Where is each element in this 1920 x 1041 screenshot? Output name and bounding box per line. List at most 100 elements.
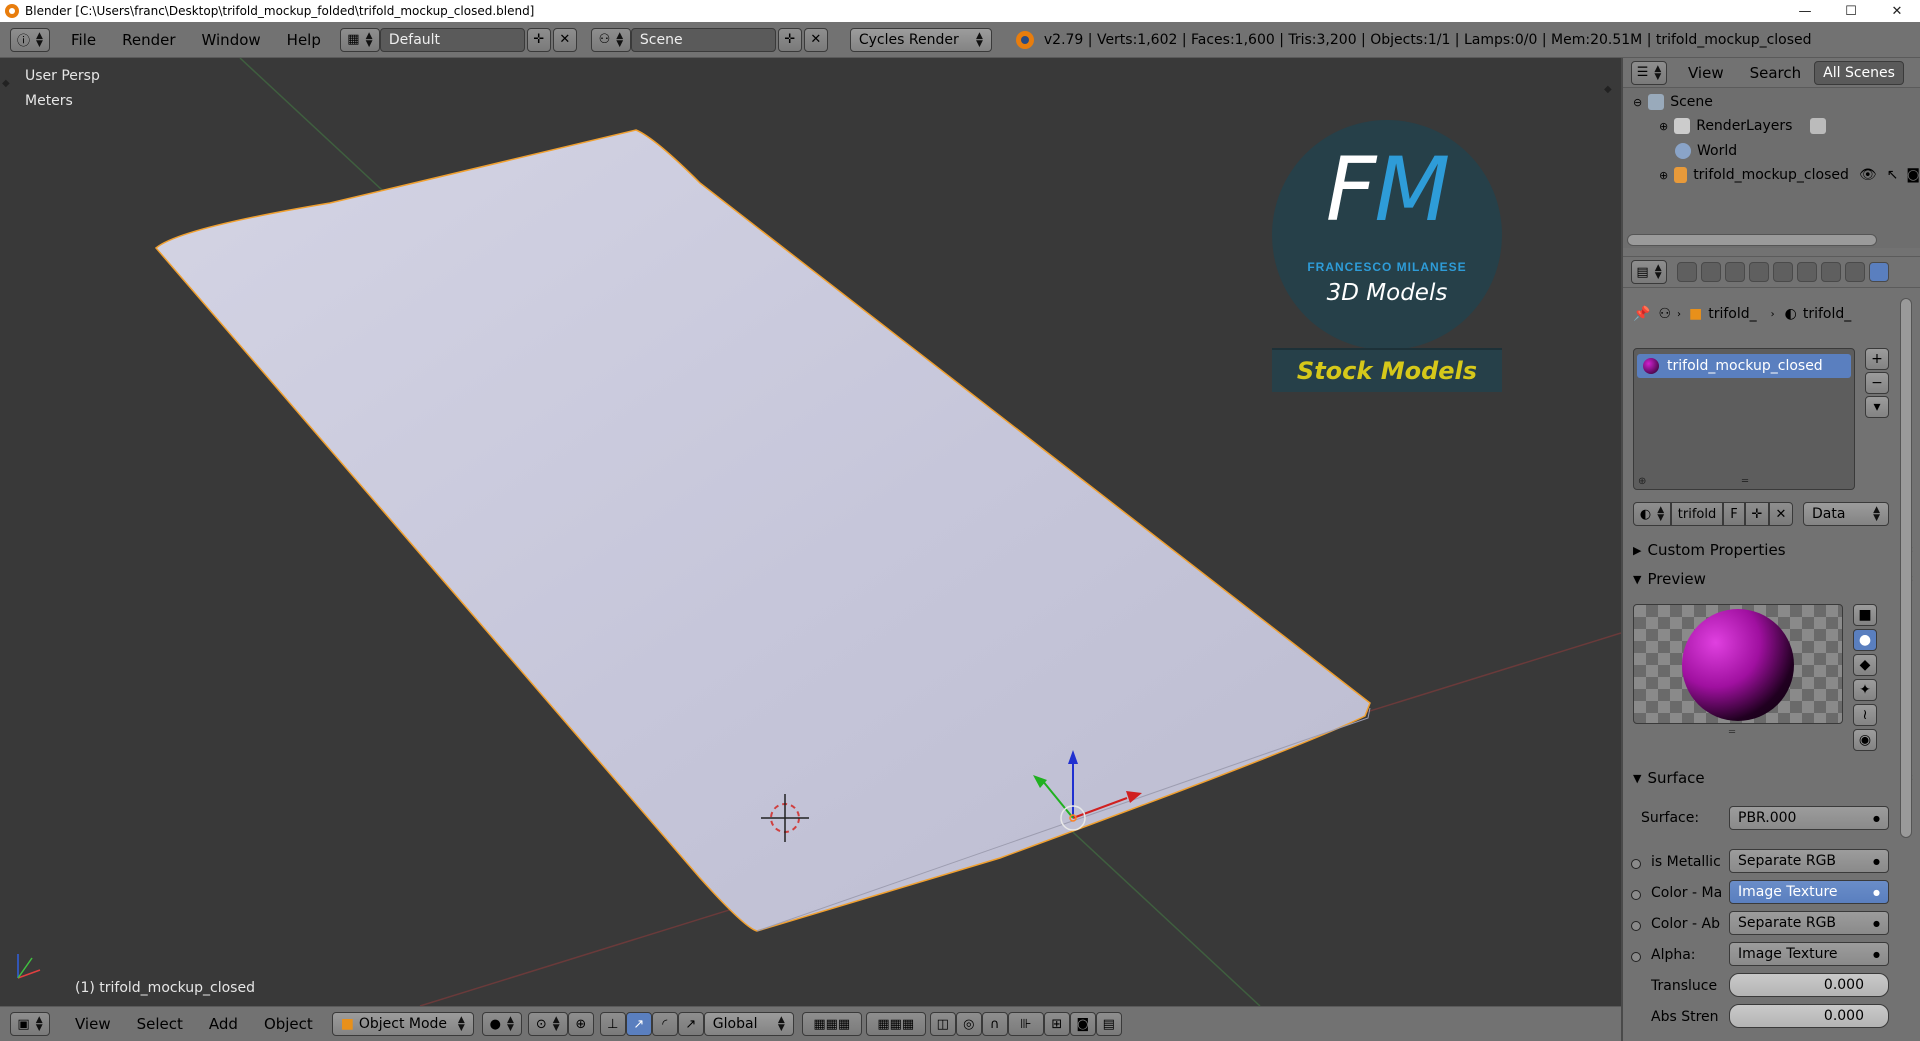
- properties-region-toggle-icon[interactable]: ◆: [1604, 84, 1612, 95]
- eye-visibility-icon[interactable]: 👁: [1859, 167, 1877, 183]
- input-field-color-ma[interactable]: Image Texture ●: [1729, 880, 1889, 904]
- screen-layout-browse-button[interactable]: ▦ ▲ ▼: [339, 27, 380, 52]
- menu-file[interactable]: File: [58, 31, 109, 49]
- surface-panel-header[interactable]: ▼ Surface ∷∷: [1633, 766, 1913, 790]
- remove-material-slot-button[interactable]: −: [1865, 372, 1889, 394]
- scene-field[interactable]: Scene: [630, 27, 776, 52]
- material-name-field[interactable]: trifold: [1671, 502, 1723, 526]
- preview-flat-button[interactable]: ■: [1853, 604, 1877, 626]
- properties-vertical-scrollbar[interactable]: [1900, 298, 1912, 838]
- browse-material-button[interactable]: ◐ ▲ ▼: [1633, 502, 1671, 526]
- render-tab-icon[interactable]: [1677, 262, 1697, 282]
- editor-type-info-button[interactable]: ⓘ ▲ ▼: [10, 27, 50, 52]
- add-material-slot-button[interactable]: +: [1865, 348, 1889, 370]
- render-layers-tab-icon[interactable]: [1701, 262, 1721, 282]
- modifiers-tab-icon[interactable]: [1821, 262, 1841, 282]
- collapse-icon[interactable]: ⊖: [1633, 96, 1642, 109]
- outliner-item-scene[interactable]: ⊖ Scene: [1623, 90, 1920, 114]
- editor-type-properties-button[interactable]: ▤ ▲ ▼: [1631, 260, 1667, 284]
- render-engine-dropdown[interactable]: Cycles Render ▲ ▼: [849, 27, 992, 52]
- material-specials-button[interactable]: ▾: [1865, 396, 1889, 418]
- transform-orientation-dropdown[interactable]: Global ▲ ▼: [703, 1012, 794, 1036]
- socket-icon[interactable]: [1631, 859, 1641, 869]
- list-filter-icon[interactable]: ⊕: [1638, 476, 1646, 487]
- translucency-field[interactable]: 0.000: [1729, 973, 1889, 997]
- minimize-button[interactable]: —: [1782, 0, 1828, 22]
- scene-browse-button[interactable]: ⚇ ▲ ▼: [590, 27, 631, 52]
- preview-monkey-button[interactable]: ✦: [1853, 679, 1877, 701]
- 3d-viewport[interactable]: User Persp Meters (1) trifold_mockup_clo…: [0, 58, 1621, 1006]
- add-scene-button[interactable]: ✛: [777, 27, 802, 52]
- material-tab-icon[interactable]: [1869, 262, 1889, 282]
- layers-group-2[interactable]: ▦▦▦: [865, 1012, 926, 1036]
- constraints-tab-icon[interactable]: [1797, 262, 1817, 282]
- custom-properties-panel-header[interactable]: ▶ Custom Properties ∷∷: [1633, 538, 1913, 562]
- editor-type-3dview-button[interactable]: ▣ ▲ ▼: [10, 1012, 50, 1036]
- opengl-render-image-button[interactable]: ◙: [1069, 1012, 1096, 1036]
- opengl-render-animation-button[interactable]: ▤: [1095, 1012, 1122, 1036]
- scene-tab-icon[interactable]: [1725, 262, 1745, 282]
- socket-icon[interactable]: [1631, 921, 1641, 931]
- close-window-button[interactable]: ✕: [1874, 0, 1920, 22]
- unlink-material-button[interactable]: ✕: [1769, 502, 1793, 526]
- viewport-shading-dropdown[interactable]: ● ▲ ▼: [481, 1012, 522, 1036]
- camera-render-icon[interactable]: ◙: [1906, 167, 1920, 183]
- menu-render[interactable]: Render: [109, 31, 188, 49]
- trifold-mockup-mesh[interactable]: [154, 129, 1371, 932]
- layers-group-1[interactable]: ▦▦▦: [801, 1012, 862, 1036]
- data-tab-icon[interactable]: [1845, 262, 1865, 282]
- maximize-button[interactable]: ☐: [1828, 0, 1874, 22]
- socket-icon[interactable]: [1631, 952, 1641, 962]
- outliner-display-mode-dropdown[interactable]: All Scenes: [1814, 60, 1905, 85]
- input-field-alpha[interactable]: Image Texture ●: [1729, 942, 1889, 966]
- remove-scene-button[interactable]: ✕: [803, 27, 828, 52]
- material-slot-item[interactable]: trifold_mockup_closed: [1637, 354, 1851, 378]
- preview-world-button[interactable]: ◉: [1853, 729, 1877, 751]
- preview-resize-handle[interactable]: ═: [1729, 727, 1735, 738]
- preview-cube-button[interactable]: ◆: [1853, 654, 1877, 676]
- pin-icon[interactable]: 📌: [1633, 306, 1650, 322]
- outliner-item-renderlayers[interactable]: ⊕ RenderLayers: [1623, 114, 1920, 138]
- menu-object[interactable]: Object: [251, 1015, 326, 1033]
- translate-manipulator-button[interactable]: ⊥: [599, 1012, 626, 1036]
- expand-icon[interactable]: ⊕: [1659, 169, 1668, 182]
- input-field-metallic[interactable]: Separate RGB ●: [1729, 849, 1889, 873]
- lock-layers-button[interactable]: ◫: [929, 1012, 956, 1036]
- rotate-manipulator-button[interactable]: ◜: [651, 1012, 678, 1036]
- cursor-selectable-icon[interactable]: ↖: [1887, 167, 1899, 183]
- material-slot-list[interactable]: trifold_mockup_closed ⊕ ═: [1633, 348, 1855, 490]
- new-material-button[interactable]: ✛: [1745, 502, 1769, 526]
- fake-user-button[interactable]: F: [1723, 502, 1745, 526]
- expand-icon[interactable]: ⊕: [1659, 120, 1668, 133]
- material-link-dropdown[interactable]: Data ▲ ▼: [1803, 502, 1889, 526]
- menu-window[interactable]: Window: [189, 31, 274, 49]
- interaction-mode-dropdown[interactable]: ■ Object Mode ▲ ▼: [331, 1012, 474, 1036]
- scale-manipulator-button[interactable]: ↗: [677, 1012, 704, 1036]
- surface-shader-field[interactable]: PBR.000 ●: [1729, 806, 1889, 830]
- outliner-item-world[interactable]: World: [1623, 139, 1920, 163]
- input-field-color-ab[interactable]: Separate RGB ●: [1729, 911, 1889, 935]
- menu-select[interactable]: Select: [124, 1015, 196, 1033]
- snap-element-dropdown[interactable]: ⊪: [1007, 1012, 1044, 1036]
- outliner-horizontal-scrollbar[interactable]: [1627, 234, 1877, 246]
- menu-view[interactable]: View: [62, 1015, 124, 1033]
- menu-add[interactable]: Add: [196, 1015, 251, 1033]
- outliner-menu-view[interactable]: View: [1675, 64, 1737, 82]
- remove-screen-button[interactable]: ✕: [552, 27, 577, 52]
- preview-sphere-button[interactable]: ●: [1853, 629, 1877, 651]
- preview-panel-header[interactable]: ▼ Preview ∷∷: [1633, 567, 1913, 591]
- manipulator-toggle[interactable]: ⊕: [567, 1012, 594, 1036]
- screen-layout-field[interactable]: Default: [379, 27, 525, 52]
- pivot-point-dropdown[interactable]: ⊙ ▲ ▼: [527, 1012, 568, 1036]
- menu-help[interactable]: Help: [274, 31, 334, 49]
- snap-target-button[interactable]: ⊞: [1043, 1012, 1070, 1036]
- editor-type-outliner-button[interactable]: ☰ ▲ ▼: [1631, 60, 1667, 85]
- outliner-item-trifold[interactable]: ⊕ trifold_mockup_closed 👁 ↖ ◙: [1623, 163, 1920, 187]
- world-tab-icon[interactable]: [1749, 262, 1769, 282]
- outliner-menu-search[interactable]: Search: [1737, 64, 1815, 82]
- object-tab-icon[interactable]: [1773, 262, 1793, 282]
- outliner-tree[interactable]: ⊖ Scene ⊕ RenderLayers World ⊕ trifold_m…: [1623, 88, 1920, 248]
- proportional-edit-button[interactable]: ◎: [955, 1012, 982, 1036]
- preview-hair-button[interactable]: ≀: [1853, 704, 1877, 726]
- list-resize-handle[interactable]: ═: [1742, 476, 1748, 487]
